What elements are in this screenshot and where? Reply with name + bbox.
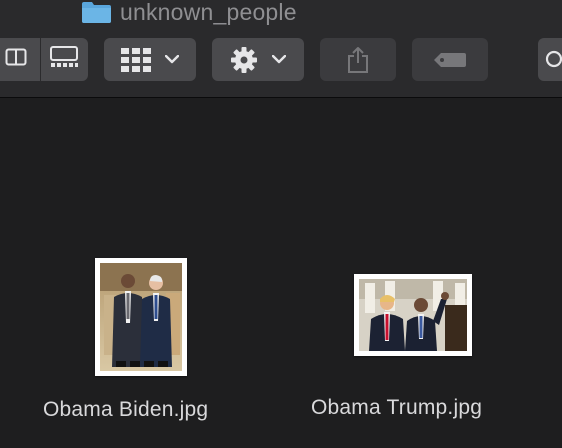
file-icon-view: Obama Biden.jpg Obama Trump.jpg bbox=[0, 98, 562, 448]
file-name[interactable]: Obama Biden.jpg bbox=[43, 398, 208, 422]
gear-icon bbox=[230, 46, 258, 74]
share-button[interactable] bbox=[320, 38, 396, 81]
tag-button[interactable] bbox=[412, 38, 488, 81]
column-view-icon bbox=[5, 48, 27, 71]
column-view-button[interactable] bbox=[0, 38, 40, 81]
view-switcher bbox=[0, 38, 88, 81]
image-thumbnail[interactable] bbox=[95, 258, 187, 376]
chevron-down-icon bbox=[165, 55, 179, 64]
chevron-down-icon bbox=[272, 55, 286, 64]
search-icon bbox=[544, 50, 562, 70]
file-name[interactable]: Obama Trump.jpg bbox=[311, 396, 482, 420]
action-button[interactable] bbox=[212, 38, 304, 81]
photo-preview bbox=[100, 263, 182, 371]
window-title: unknown_people bbox=[81, 0, 297, 26]
image-thumbnail[interactable] bbox=[354, 274, 472, 356]
finder-window: unknown_people Obama Biden.jpg Obama Tru… bbox=[0, 0, 562, 448]
group-button[interactable] bbox=[104, 38, 196, 81]
folder-icon bbox=[81, 0, 112, 24]
gallery-view-button[interactable] bbox=[39, 38, 89, 81]
toolbar: unknown_people bbox=[0, 0, 562, 98]
share-icon bbox=[346, 46, 370, 74]
window-title-text: unknown_people bbox=[120, 0, 297, 25]
search-button[interactable] bbox=[538, 38, 562, 81]
tag-icon bbox=[433, 52, 467, 68]
grid-group-icon bbox=[121, 47, 151, 72]
gallery-view-icon bbox=[49, 46, 79, 73]
photo-preview bbox=[359, 279, 467, 351]
